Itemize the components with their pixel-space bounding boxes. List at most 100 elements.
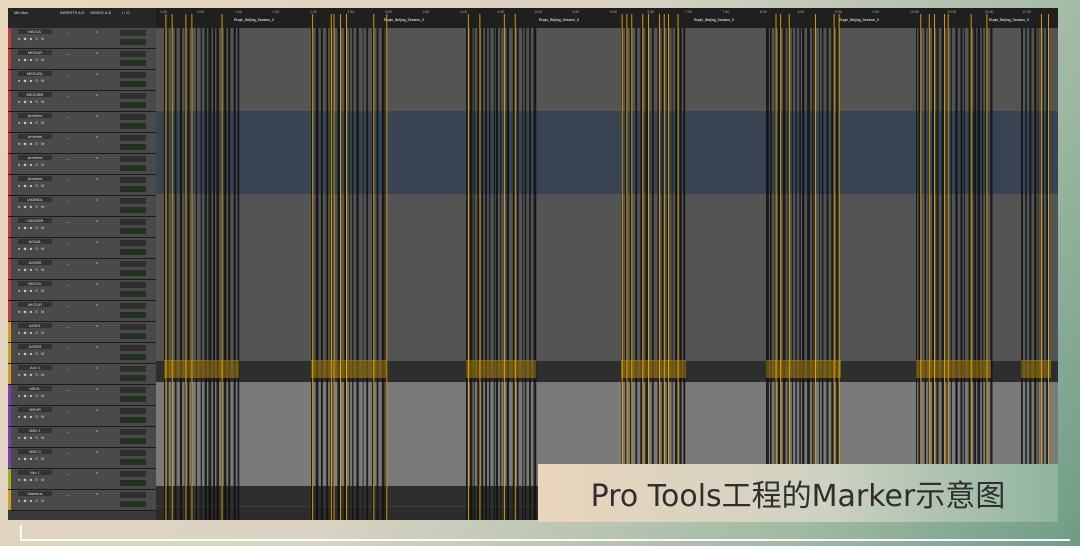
io-selector[interactable] [120,303,146,309]
track-name[interactable]: AGRIR [18,344,52,349]
track-name[interactable]: Ambient [18,134,52,139]
insert-slot[interactable]: – [66,493,69,499]
track-name[interactable]: MEZUR [18,50,52,55]
volume-readout[interactable] [120,123,146,129]
io-selector[interactable] [120,114,146,120]
volume-readout[interactable] [120,186,146,192]
send-slot[interactable] [96,31,98,33]
track-name[interactable]: Ambient [18,155,52,160]
volume-readout[interactable] [120,333,146,339]
track-name[interactable]: MEZUL [18,29,52,34]
send-slot[interactable] [96,472,98,474]
track-controls[interactable]: ● ◆ ■ S M [18,372,45,377]
track-name[interactable]: Aux 1 [18,365,52,370]
track-name[interactable]: Ambient [18,113,52,118]
track-row[interactable]: MEZUBR ● ◆ ■ S M – [8,91,156,112]
send-slot[interactable] [96,178,98,180]
track-controls[interactable]: ● ◆ ■ S M [18,477,45,482]
track-controls[interactable]: ● ◆ ■ S M [18,288,45,293]
insert-slot[interactable]: – [66,199,69,205]
send-slot[interactable] [96,262,98,264]
track-row[interactable]: Mainbus ● ◆ ■ S M – [8,490,156,511]
track-controls[interactable]: ● ◆ ■ S M [18,99,45,104]
track-name[interactable]: AGMIR [18,260,52,265]
volume-readout[interactable] [120,459,146,465]
io-selector[interactable] [120,429,146,435]
volume-readout[interactable] [120,375,146,381]
send-slot[interactable] [96,493,98,495]
insert-slot[interactable]: – [66,388,69,394]
track-controls[interactable]: ● ◆ ■ S M [18,141,45,146]
track-row[interactable]: Ambient ● ◆ ■ S M – [8,175,156,196]
track-controls[interactable]: ● ◆ ■ S M [18,456,45,461]
send-slot[interactable] [96,157,98,159]
track-row[interactable]: MEHR ● ◆ ■ S M – [8,406,156,427]
io-selector[interactable] [120,135,146,141]
send-slot[interactable] [96,451,98,453]
track-controls[interactable]: ● ◆ ■ S M [18,120,45,125]
volume-readout[interactable] [120,291,146,297]
sends-column-header[interactable]: SENDS A-E [90,10,111,15]
track-controls[interactable]: ● ◆ ■ S M [18,36,45,41]
send-slot[interactable] [96,241,98,243]
volume-readout[interactable] [120,207,146,213]
insert-slot[interactable]: – [66,136,69,142]
insert-slot[interactable]: – [66,472,69,478]
volume-readout[interactable] [120,438,146,444]
send-slot[interactable] [96,199,98,201]
send-slot[interactable] [96,283,98,285]
io-selector[interactable] [120,282,146,288]
insert-slot[interactable]: – [66,31,69,37]
insert-slot[interactable]: – [66,73,69,79]
track-row[interactable]: Aux 1 ● ◆ ■ S M – [8,364,156,385]
io-selector[interactable] [120,471,146,477]
send-slot[interactable] [96,304,98,306]
io-selector[interactable] [120,219,146,225]
send-slot[interactable] [96,115,98,117]
track-controls[interactable]: ● ◆ ■ S M [18,414,45,419]
send-slot[interactable] [96,346,98,348]
track-controls[interactable]: ● ◆ ■ S M [18,204,45,209]
track-name[interactable]: MEZUBL [18,71,52,76]
send-slot[interactable] [96,367,98,369]
volume-readout[interactable] [120,165,146,171]
volume-readout[interactable] [120,480,146,486]
send-slot[interactable] [96,94,98,96]
volume-readout[interactable] [120,501,146,507]
track-row[interactable]: Ambient ● ◆ ■ S M – [8,154,156,175]
volume-readout[interactable] [120,417,146,423]
track-controls[interactable]: ● ◆ ■ S M [18,351,45,356]
insert-slot[interactable]: – [66,115,69,121]
insert-slot[interactable]: – [66,220,69,226]
track-controls[interactable]: ● ◆ ■ S M [18,57,45,62]
insert-slot[interactable]: – [66,178,69,184]
io-selector[interactable] [120,366,146,372]
io-selector[interactable] [120,408,146,414]
insert-slot[interactable]: – [66,325,69,331]
send-slot[interactable] [96,409,98,411]
track-name[interactable]: MEHL [18,386,52,391]
track-name[interactable]: MIDI 1 [18,428,52,433]
track-name[interactable]: MIDI 2 [18,449,52,454]
track-controls[interactable]: ● ◆ ■ S M [18,309,45,314]
insert-slot[interactable]: – [66,430,69,436]
track-row[interactable]: Ambient ● ◆ ■ S M – [8,112,156,133]
insert-slot[interactable]: – [66,157,69,163]
track-name[interactable]: LMANDL [18,197,52,202]
io-selector[interactable] [120,261,146,267]
edit-area[interactable]: 1:00 0:30 1:00 1:30 2:00 2:30 3:00 3:30 4:00 4:30… [156,8,1058,520]
track-controls[interactable]: ● ◆ ■ S M [18,78,45,83]
track-controls[interactable]: ● ◆ ■ S M [18,162,45,167]
track-name[interactable]: MKZUL [18,281,52,286]
io-selector[interactable] [120,51,146,57]
send-slot[interactable] [96,388,98,390]
send-slot[interactable] [96,430,98,432]
volume-readout[interactable] [120,81,146,87]
insert-slot[interactable]: – [66,367,69,373]
track-row[interactable]: Ambient ● ◆ ■ S M – [8,133,156,154]
track-row[interactable]: MIDI 1 ● ◆ ■ S M – [8,427,156,448]
track-controls[interactable]: ● ◆ ■ S M [18,246,45,251]
track-name[interactable]: Mix 1 [18,470,52,475]
insert-slot[interactable]: – [66,241,69,247]
track-controls[interactable]: ● ◆ ■ S M [18,498,45,503]
